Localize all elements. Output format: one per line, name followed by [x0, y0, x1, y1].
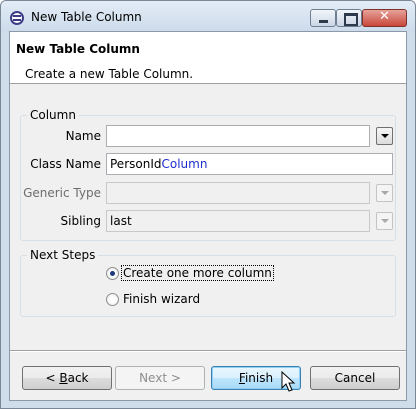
class-name-input[interactable]: PersonIdColumn: [106, 153, 393, 175]
close-button[interactable]: ✕: [362, 9, 407, 27]
column-group-label: Column: [27, 108, 79, 122]
close-icon: ✕: [379, 9, 390, 24]
back-button[interactable]: < Back: [22, 366, 112, 390]
wizard-window: New Table Column ✕ New Table Column Crea…: [0, 0, 416, 409]
eclipse-app-icon: [10, 11, 24, 25]
maximize-button[interactable]: [336, 9, 362, 27]
generic-type-input: [106, 182, 370, 204]
mouse-cursor-icon: [281, 371, 296, 392]
button-bar-separator: [10, 350, 406, 352]
next-steps-group: Next Steps Create one more column Finish…: [20, 248, 396, 317]
finish-wizard-radio[interactable]: [106, 293, 119, 306]
create-more-radio[interactable]: [106, 267, 119, 280]
finish-wizard-label[interactable]: Finish wizard: [123, 292, 200, 306]
wizard-header: New Table Column Create a new Table Colu…: [10, 32, 406, 84]
next-steps-group-label: Next Steps: [27, 248, 99, 262]
back-button-rest: ack: [67, 371, 89, 385]
window-title: New Table Column: [31, 10, 142, 24]
finish-button-rest: inish: [244, 371, 274, 385]
generic-type-dropdown-button: [376, 184, 393, 202]
sibling-dropdown-button[interactable]: [376, 212, 393, 230]
column-group: Column Name Class Name PersonIdColumn Ge…: [20, 108, 396, 241]
wizard-client-area: New Table Column Create a new Table Colu…: [9, 31, 407, 401]
title-bar[interactable]: New Table Column ✕: [1, 1, 415, 31]
page-title: New Table Column: [16, 42, 140, 56]
class-name-prefix: PersonId: [110, 157, 162, 171]
name-input[interactable]: [106, 125, 370, 147]
sibling-label: Sibling: [60, 214, 101, 228]
class-name-label: Class Name: [30, 157, 101, 171]
back-button-mnemonic: B: [59, 371, 68, 385]
name-label: Name: [65, 129, 101, 143]
next-button: Next >: [115, 366, 205, 390]
name-dropdown-button[interactable]: [376, 127, 393, 145]
minimize-button[interactable]: [310, 9, 336, 27]
cancel-button[interactable]: Cancel: [310, 366, 400, 390]
page-description: Create a new Table Column.: [25, 67, 194, 81]
class-name-suffix: Column: [161, 157, 208, 171]
generic-type-label: Generic Type: [23, 186, 101, 200]
create-more-label[interactable]: Create one more column: [121, 265, 274, 281]
sibling-combo[interactable]: last: [106, 210, 370, 232]
back-button-prefix: <: [45, 371, 60, 385]
